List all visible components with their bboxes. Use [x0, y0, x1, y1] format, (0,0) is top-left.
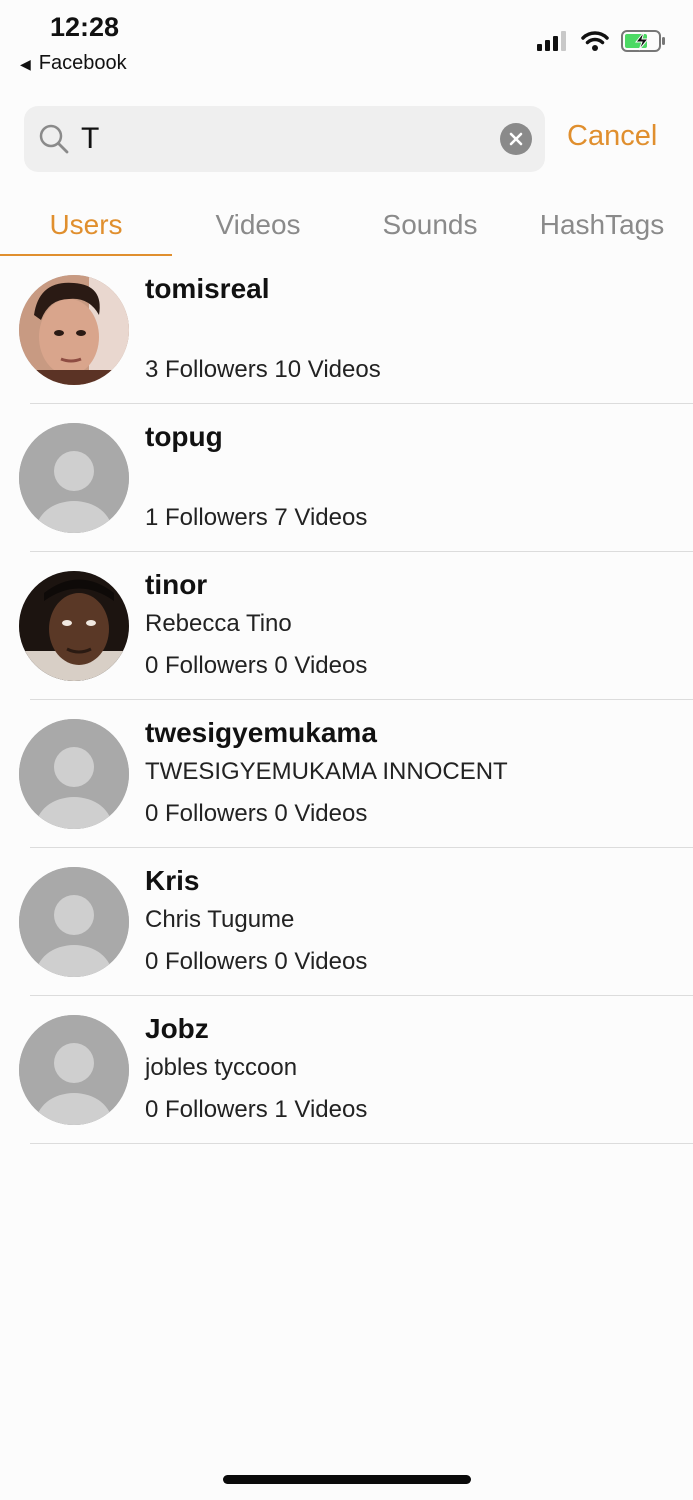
username: Kris: [145, 865, 200, 896]
list-item[interactable]: tinor Rebecca Tino 0 Followers 0 Videos: [0, 552, 693, 700]
tab-videos[interactable]: Videos: [172, 200, 344, 256]
user-stats: 1 Followers 7 Videos: [145, 504, 368, 531]
tab-hashtags[interactable]: HashTags: [516, 200, 688, 256]
home-indicator[interactable]: [223, 1475, 471, 1484]
wifi-icon: [581, 31, 609, 51]
status-icons: [537, 30, 667, 52]
avatar: [19, 571, 129, 681]
list-item[interactable]: Jobz jobles tyccoon 0 Followers 1 Videos: [0, 996, 693, 1144]
tab-users[interactable]: Users: [0, 200, 172, 256]
clear-search-icon[interactable]: [500, 123, 532, 155]
search-icon: [38, 123, 70, 160]
avatar-placeholder-icon: [19, 1015, 129, 1125]
full-name: Rebecca Tino: [145, 610, 292, 637]
list-item[interactable]: twesigyemukama TWESIGYEMUKAMA INNOCENT 0…: [0, 700, 693, 848]
back-to-app-button[interactable]: ◀ Facebook: [20, 52, 127, 75]
username: tinor: [145, 569, 208, 600]
signal-icon: [537, 31, 566, 51]
user-stats: 0 Followers 0 Videos: [145, 948, 368, 975]
cancel-button[interactable]: Cancel: [567, 120, 657, 153]
status-time: 12:28: [50, 12, 120, 42]
list-item[interactable]: tomisreal 3 Followers 10 Videos: [0, 256, 693, 404]
avatar-placeholder-icon: [19, 719, 129, 829]
result-tabs: Users Videos Sounds HashTags: [0, 200, 693, 256]
full-name: Chris Tugume: [145, 906, 295, 933]
username: topug: [145, 421, 223, 452]
user-results-list: tomisreal 3 Followers 10 Videos topug 1 …: [0, 256, 693, 1144]
list-item[interactable]: topug 1 Followers 7 Videos: [0, 404, 693, 552]
search-input[interactable]: T: [81, 122, 481, 156]
search-screen: 12:28 ◀ Facebook T Cancel Users Videos S…: [0, 0, 693, 1500]
username: tomisreal: [145, 273, 270, 304]
full-name: TWESIGYEMUKAMA INNOCENT: [145, 758, 508, 785]
username: Jobz: [145, 1013, 209, 1044]
tab-sounds[interactable]: Sounds: [344, 200, 516, 256]
user-stats: 0 Followers 1 Videos: [145, 1096, 368, 1123]
user-stats: 0 Followers 0 Videos: [145, 652, 368, 679]
username: twesigyemukama: [145, 717, 377, 748]
full-name: jobles tyccoon: [145, 1054, 298, 1081]
avatar-placeholder-icon: [19, 423, 129, 533]
back-triangle-icon: ◀: [20, 55, 31, 72]
search-bar[interactable]: T: [24, 106, 545, 172]
avatar-placeholder-icon: [19, 867, 129, 977]
back-app-label: Facebook: [38, 52, 127, 74]
avatar: [19, 275, 129, 385]
battery-charging-icon: [621, 30, 665, 52]
user-stats: 0 Followers 0 Videos: [145, 800, 368, 827]
list-item[interactable]: Kris Chris Tugume 0 Followers 0 Videos: [0, 848, 693, 996]
user-stats: 3 Followers 10 Videos: [145, 356, 381, 383]
